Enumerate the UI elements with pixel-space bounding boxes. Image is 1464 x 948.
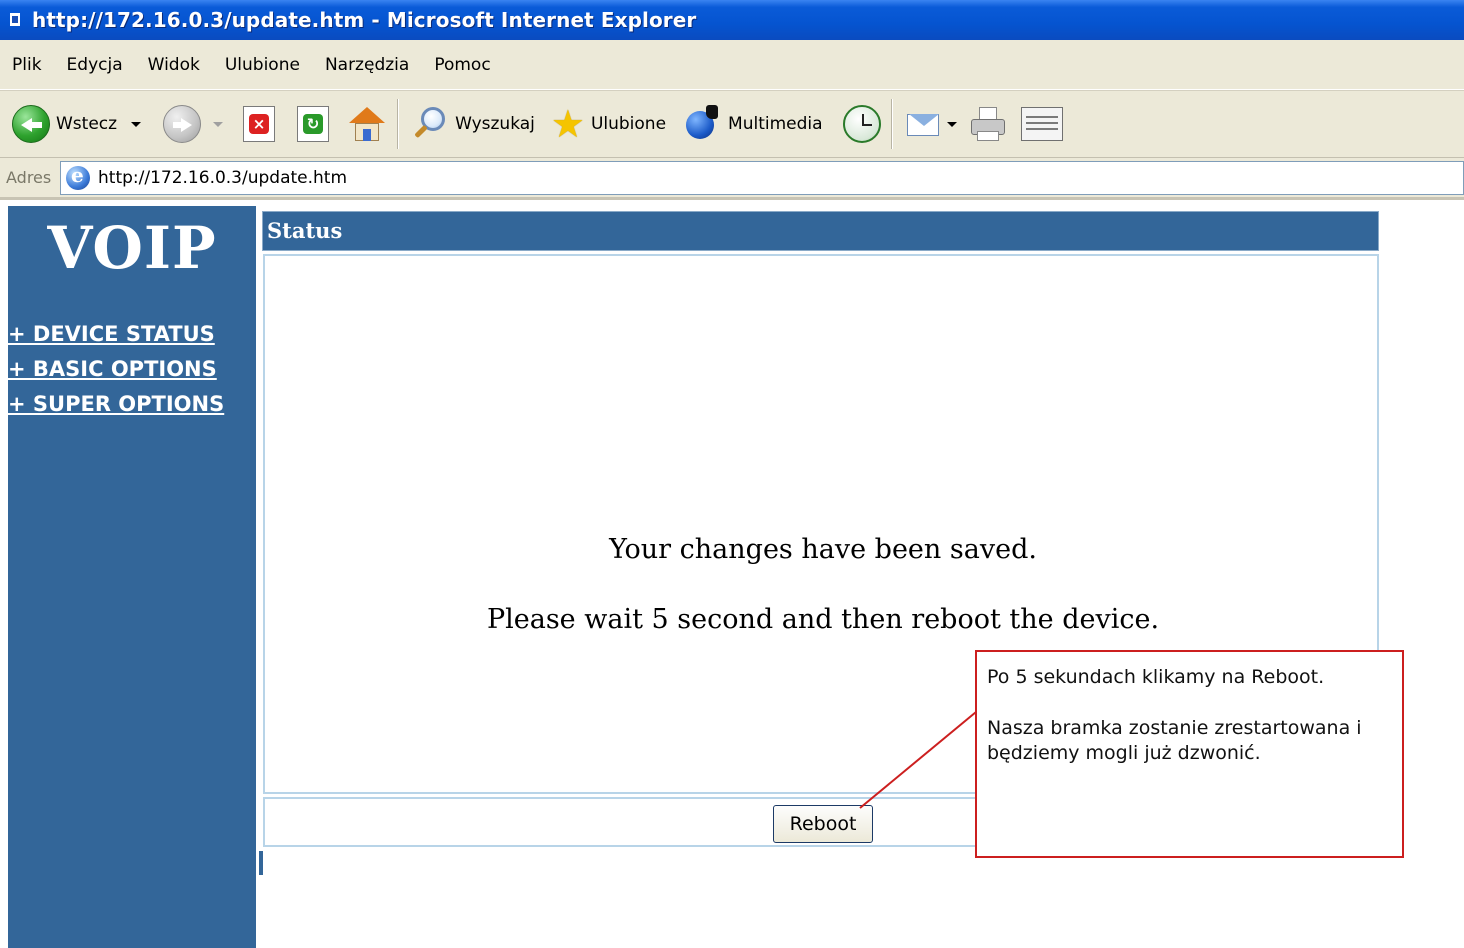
- annotation-callout: Po 5 sekundach klikamy na Reboot. Nasza …: [975, 650, 1404, 858]
- favorites-button[interactable]: ★ Ulubione: [551, 105, 666, 143]
- back-button[interactable]: Wstecz: [12, 105, 142, 143]
- history-icon: [842, 105, 881, 143]
- sidebar: VOIP + DEVICE STATUS + BASIC OPTIONS + S…: [8, 206, 256, 948]
- stop-button[interactable]: ×: [243, 106, 276, 142]
- address-label: Adres: [6, 168, 52, 187]
- search-label: Wyszukaj: [455, 114, 535, 134]
- callout-line-1: Po 5 sekundach klikamy na Reboot.: [987, 666, 1325, 688]
- voip-logo: VOIP: [47, 214, 217, 282]
- menu-edit[interactable]: Edycja: [67, 55, 123, 75]
- saved-message: Your changes have been saved.: [609, 534, 1037, 565]
- menu-help[interactable]: Pomoc: [434, 55, 490, 75]
- printer-icon: [969, 105, 1009, 143]
- search-button[interactable]: Wyszukaj: [411, 105, 535, 143]
- forward-button[interactable]: [163, 105, 224, 143]
- toolbar-separator: [397, 99, 400, 149]
- text-cursor: [259, 851, 263, 875]
- window-title-bar: http://172.16.0.3/update.htm - Microsoft…: [0, 0, 1464, 40]
- menu-tools[interactable]: Narzędzia: [325, 55, 409, 75]
- menu-file[interactable]: Plik: [12, 55, 42, 75]
- status-header: Status: [262, 211, 1379, 251]
- home-icon: [347, 105, 387, 143]
- window-title: http://172.16.0.3/update.htm - Microsoft…: [32, 8, 697, 32]
- history-button[interactable]: [842, 105, 881, 143]
- media-button[interactable]: Multimedia: [684, 105, 823, 143]
- status-title: Status: [267, 218, 343, 243]
- edit-button[interactable]: [1020, 107, 1063, 141]
- callout-line-2: Nasza bramka zostanie zrestartowana i bę…: [987, 717, 1362, 764]
- print-button[interactable]: [969, 105, 1009, 143]
- address-bar: Adres http://172.16.0.3/update.htm: [0, 158, 1464, 200]
- back-label: Wstecz: [56, 114, 118, 134]
- nav-device-status[interactable]: + DEVICE STATUS: [8, 322, 215, 346]
- nav-super-options[interactable]: + SUPER OPTIONS: [8, 392, 224, 416]
- refresh-icon: ↻: [297, 106, 330, 142]
- reboot-instruction: Please wait 5 second and then reboot the…: [486, 604, 1160, 635]
- toolbar: Wstecz × ↻ Wyszukaj ★ Ulubione Multimedi…: [0, 90, 1464, 158]
- nav-basic-options[interactable]: + BASIC OPTIONS: [8, 357, 217, 381]
- mail-dropdown-icon[interactable]: [946, 121, 957, 127]
- forward-arrow-icon: [163, 105, 202, 143]
- address-input[interactable]: http://172.16.0.3/update.htm: [60, 161, 1464, 195]
- media-label: Multimedia: [728, 114, 823, 134]
- stop-icon: ×: [243, 106, 276, 142]
- media-icon: [684, 105, 722, 143]
- menu-view[interactable]: Widok: [148, 55, 200, 75]
- page-icon: [8, 11, 24, 29]
- favorites-label: Ulubione: [590, 114, 667, 134]
- home-button[interactable]: [347, 105, 387, 143]
- toolbar-separator: [890, 99, 893, 149]
- back-dropdown-icon[interactable]: [131, 121, 142, 127]
- refresh-button[interactable]: ↻: [297, 106, 330, 142]
- edit-icon: [1020, 107, 1063, 141]
- reboot-button[interactable]: Reboot: [773, 805, 873, 843]
- forward-dropdown-icon[interactable]: [213, 121, 224, 127]
- address-url[interactable]: http://172.16.0.3/update.htm: [98, 168, 347, 188]
- search-icon: [411, 105, 449, 143]
- star-icon: ★: [550, 102, 585, 146]
- back-arrow-icon: [12, 105, 50, 143]
- ie-page-icon: [66, 163, 90, 190]
- menu-favorites[interactable]: Ulubione: [225, 55, 300, 75]
- mail-icon: [905, 106, 945, 142]
- menu-bar: Plik Edycja Widok Ulubione Narzędzia Pom…: [0, 40, 1464, 90]
- mail-button[interactable]: [905, 106, 957, 142]
